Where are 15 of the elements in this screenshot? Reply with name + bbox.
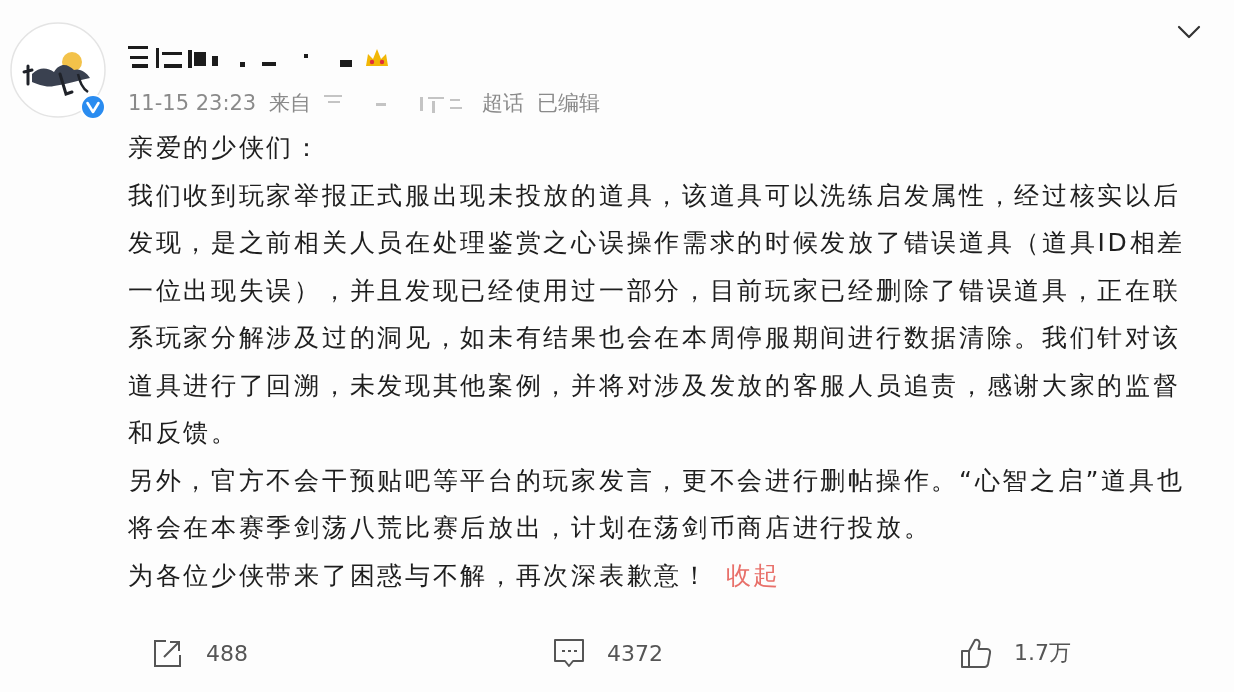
post-paragraph: 为各位少侠带来了困惑与不解，再次深表歉意！ 收起 [128, 559, 783, 592]
share-icon [152, 637, 184, 669]
like-button[interactable]: 1.7万 [960, 637, 1071, 669]
thumbs-up-icon [960, 637, 992, 669]
chevron-down-icon[interactable] [1177, 25, 1201, 39]
topic-source: 超话 [482, 90, 525, 117]
share-button[interactable]: 488 [152, 637, 248, 669]
post-paragraph: 我们收到玩家举报正式服出现未投放的道具，该道具可以洗练启发属性，经过核实以后发现，是之前相关人员在处理鉴赏之心误操作需求的时候发放了错误道具（道具ID相差一位出现失误），并且发现已经使用过一部分，目前玩家已经删除了错误道具，正在联系玩家分解涉及过的洞见，如未有结果也会在本周停服期间进行数据清除。我们针对该道具进行了回溯，未发现其他案例，并将对涉及发放的客服人员追责，感谢大家的监督和反馈。 [128, 179, 1186, 449]
comment-icon [553, 637, 585, 669]
post-paragraph: 另外，官方不会干预贴吧等平台的玩家发言，更不会进行删帖操作。“心智之启”道具也将会在本赛季剑荡八荒比赛后放出，计划在荡剑币商店进行投放。 [128, 464, 1186, 544]
edited-label: 已编辑 [537, 90, 601, 117]
post-time: 11-15 23:23 [128, 91, 257, 115]
source-label: 来自 [269, 90, 312, 117]
post-paragraph: 亲爱的少侠们： [128, 132, 323, 164]
comment-button[interactable]: 4372 [553, 637, 663, 669]
